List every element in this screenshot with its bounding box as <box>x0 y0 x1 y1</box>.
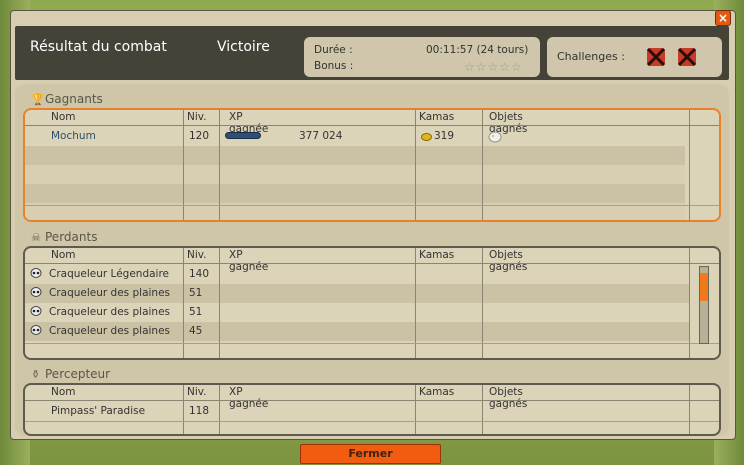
collector-icon: ⚱ <box>31 368 41 381</box>
bonus-label: Bonus : <box>314 60 354 72</box>
table-row[interactable]: Pimpass' Paradise 118 <box>25 402 689 421</box>
table-row[interactable]: Craqueleur des plaines 45 <box>25 322 689 341</box>
column-kamas: Kamas <box>419 386 455 398</box>
fighter-level: 51 <box>189 287 203 299</box>
combat-results-window: Résultat du combat Victoire Durée : 00:1… <box>10 10 736 440</box>
xp-gained: 377 024 <box>299 130 343 142</box>
collector-table: Nom Niv. XP gagnée Kamas Objets gagnés P… <box>23 383 721 436</box>
combat-result: Victoire <box>217 39 270 55</box>
winners-table: Nom Niv. XP gagnée Kamas Objets gagnés M… <box>23 108 721 222</box>
window-title: Résultat du combat <box>30 39 167 55</box>
close-icon[interactable]: × <box>715 10 731 26</box>
losers-section-title: ☠ Perdants <box>31 230 98 244</box>
collector-name[interactable]: Pimpass' Paradise <box>51 405 145 417</box>
challenge-failed-icon[interactable] <box>675 45 699 69</box>
column-name: Nom <box>51 249 76 261</box>
trophy-icon: 🏆 <box>31 93 45 106</box>
duration-label: Durée : <box>314 44 353 56</box>
column-kamas: Kamas <box>419 249 455 261</box>
table-row[interactable]: Mochum 120 377 024 319 <box>25 127 689 146</box>
column-level: Niv. <box>187 111 207 123</box>
skull-icon: ☠ <box>31 231 41 244</box>
kamas-icon <box>421 133 432 141</box>
bonus-stars-icon: ☆☆☆☆☆ <box>464 60 523 74</box>
results-header: Résultat du combat Victoire Durée : 00:1… <box>15 26 729 80</box>
fighter-name[interactable]: Mochum <box>51 130 96 142</box>
column-level: Niv. <box>187 249 207 261</box>
table-row[interactable]: Craqueleur des plaines 51 <box>25 303 689 322</box>
fighter-level: 120 <box>189 130 210 142</box>
table-row[interactable]: Craqueleur Légendaire 140 <box>25 265 689 284</box>
table-row[interactable]: Craqueleur des plaines 51 <box>25 284 689 303</box>
fighter-name[interactable]: Craqueleur des plaines <box>49 306 170 318</box>
challenges-label: Challenges : <box>557 50 625 63</box>
fighter-level: 45 <box>189 325 203 337</box>
kamas-gained: 319 <box>434 130 455 142</box>
fighter-name[interactable]: Craqueleur Légendaire <box>49 268 169 280</box>
losers-scrollbar[interactable] <box>699 266 709 344</box>
monster-skull-icon <box>29 287 43 299</box>
column-kamas: Kamas <box>419 111 455 123</box>
fighter-level: 51 <box>189 306 203 318</box>
close-button[interactable]: Fermer <box>300 444 441 464</box>
results-content: 🏆Gagnants Nom Niv. XP gagnée Kamas Objet… <box>15 84 729 436</box>
scrollbar-thumb[interactable] <box>700 273 708 301</box>
fighter-name[interactable]: Craqueleur des plaines <box>49 325 170 337</box>
challenge-failed-icon[interactable] <box>644 45 668 69</box>
collector-section-title: ⚱ Percepteur <box>31 367 111 381</box>
duration-box: Durée : 00:11:57 (24 tours) Bonus : ☆☆☆☆… <box>304 37 540 77</box>
column-level: Niv. <box>187 386 207 398</box>
losers-table: Nom Niv. XP gagnée Kamas Objets gagnés C… <box>23 246 721 360</box>
collector-level: 118 <box>189 405 210 417</box>
loot-item-icon[interactable] <box>487 128 503 144</box>
duration-value: 00:11:57 (24 tours) <box>426 44 529 56</box>
fighter-name[interactable]: Craqueleur des plaines <box>49 287 170 299</box>
monster-skull-icon <box>29 306 43 318</box>
winners-section-title: 🏆Gagnants <box>31 92 103 106</box>
challenges-box: Challenges : <box>547 37 722 77</box>
column-name: Nom <box>51 111 76 123</box>
column-name: Nom <box>51 386 76 398</box>
fighter-level: 140 <box>189 268 210 280</box>
monster-skull-icon <box>29 268 43 280</box>
xp-progress-bar <box>225 132 261 139</box>
monster-skull-icon <box>29 325 43 337</box>
